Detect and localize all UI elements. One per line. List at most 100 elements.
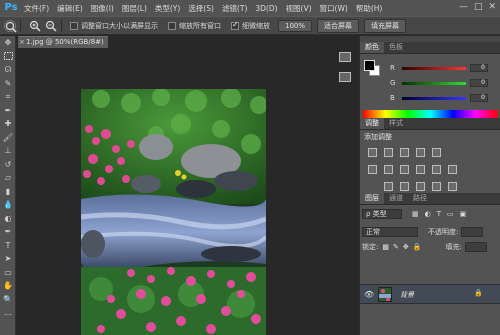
- zoom-100-button[interactable]: 100%: [278, 19, 313, 32]
- pen-tool-icon[interactable]: ✒: [0, 225, 16, 239]
- crop-tool-icon[interactable]: ⌗: [0, 90, 16, 104]
- tab-swatches[interactable]: 色板: [384, 42, 408, 53]
- marquee-tool-icon[interactable]: [0, 50, 16, 64]
- eraser-tool-icon[interactable]: ▱: [0, 171, 16, 185]
- fill-input[interactable]: [464, 242, 487, 252]
- visibility-eye-icon[interactable]: 👁: [364, 290, 374, 299]
- menu-type[interactable]: 类型(Y): [151, 3, 184, 14]
- menu-help[interactable]: 帮助(H): [352, 3, 387, 14]
- scrubby-zoom-checkbox[interactable]: [231, 20, 239, 30]
- filter-shape-icon[interactable]: ▭: [447, 210, 454, 218]
- gradient-map-icon[interactable]: [448, 182, 457, 191]
- color-balance-icon[interactable]: [384, 165, 393, 174]
- history-panel-icon[interactable]: [339, 52, 351, 62]
- zoom-all-windows-checkbox[interactable]: [168, 21, 176, 30]
- menu-window[interactable]: 窗口(W): [316, 3, 352, 14]
- black-white-icon[interactable]: [400, 165, 409, 174]
- canvas-image[interactable]: [81, 89, 266, 335]
- move-tool-icon[interactable]: ✥: [0, 36, 16, 50]
- more-tools-icon[interactable]: …: [0, 306, 16, 320]
- posterize-icon[interactable]: [400, 182, 409, 191]
- maximize-button[interactable]: □: [474, 2, 483, 12]
- menu-layer[interactable]: 图层(L): [118, 3, 151, 14]
- close-document-icon[interactable]: ×: [19, 37, 25, 48]
- menu-image[interactable]: 图像(I): [87, 3, 118, 14]
- green-slider[interactable]: [402, 81, 466, 85]
- layer-thumbnail: [378, 287, 392, 302]
- menu-view[interactable]: 视图(V): [282, 3, 316, 14]
- history-brush-tool-icon[interactable]: ↺: [0, 158, 16, 172]
- zoom-tool-icon[interactable]: [4, 19, 17, 33]
- blue-value[interactable]: 0: [470, 94, 488, 102]
- lock-paint-icon[interactable]: ✎: [393, 243, 399, 251]
- healing-brush-tool-icon[interactable]: ✚: [0, 117, 16, 131]
- exposure-icon[interactable]: [416, 148, 425, 157]
- lock-transparent-icon[interactable]: ▩: [382, 243, 389, 251]
- levels-icon[interactable]: [384, 148, 393, 157]
- properties-panel-icon[interactable]: [339, 72, 351, 82]
- layer-row[interactable]: 👁 背景 🔒: [360, 284, 500, 304]
- hue-saturation-icon[interactable]: [368, 165, 377, 174]
- eyedropper-tool-icon[interactable]: ✒: [0, 104, 16, 118]
- blur-tool-icon[interactable]: 💧: [0, 198, 16, 212]
- photo-filter-icon[interactable]: [416, 165, 425, 174]
- blue-label: B: [390, 94, 395, 102]
- invert-icon[interactable]: [384, 182, 393, 191]
- layer-name[interactable]: 背景: [400, 290, 414, 300]
- quick-selection-tool-icon[interactable]: ✎: [0, 77, 16, 91]
- menu-filter[interactable]: 滤镜(T): [218, 3, 251, 14]
- rectangle-tool-icon[interactable]: ▭: [0, 266, 16, 280]
- red-slider[interactable]: [402, 66, 466, 70]
- menu-select[interactable]: 选择(S): [184, 3, 218, 14]
- red-value[interactable]: 0: [470, 64, 488, 72]
- fit-screen-button[interactable]: 适合屏幕: [317, 18, 360, 33]
- filter-pixel-icon[interactable]: ▦: [412, 210, 419, 218]
- tab-channels[interactable]: 通道: [384, 193, 408, 204]
- document-tab[interactable]: × 1.jpg @ 50%(RGB/8#): [18, 36, 108, 48]
- type-tool-icon[interactable]: T: [0, 239, 16, 253]
- menu-bar: Ps 文件(F) 编辑(E) 图像(I) 图层(L) 类型(Y) 选择(S) 滤…: [0, 0, 500, 16]
- color-lookup-icon[interactable]: [448, 165, 457, 174]
- path-selection-tool-icon[interactable]: ➤: [0, 252, 16, 266]
- tab-styles[interactable]: 样式: [384, 118, 408, 129]
- separator: [61, 19, 62, 32]
- hand-tool-icon[interactable]: ✋: [0, 279, 16, 293]
- filter-adjust-icon[interactable]: ◐: [425, 210, 431, 218]
- tab-adjustments[interactable]: 调整: [360, 118, 384, 129]
- layer-filter-dropdown[interactable]: ρ 类型: [362, 209, 402, 219]
- selective-color-icon[interactable]: [432, 182, 441, 191]
- brightness-icon[interactable]: [368, 148, 377, 157]
- filter-type-icon[interactable]: T: [437, 210, 441, 218]
- lock-position-icon[interactable]: ✥: [403, 243, 409, 251]
- zoom-in-icon[interactable]: [29, 20, 41, 32]
- menu-edit[interactable]: 编辑(E): [53, 3, 87, 14]
- resize-windows-checkbox[interactable]: [70, 21, 78, 30]
- curves-icon[interactable]: [400, 148, 409, 157]
- green-value[interactable]: 0: [470, 79, 488, 87]
- fill-screen-button[interactable]: 填充屏幕: [364, 18, 407, 33]
- minimize-button[interactable]: —: [459, 2, 468, 12]
- zoom-out-icon[interactable]: [45, 20, 57, 32]
- lasso-tool-icon[interactable]: ᘏ: [0, 63, 16, 77]
- close-button[interactable]: ✕: [488, 2, 496, 12]
- tab-layers[interactable]: 图层: [360, 193, 384, 204]
- dodge-tool-icon[interactable]: ◐: [0, 212, 16, 226]
- brush-tool-icon[interactable]: 🖌: [0, 131, 16, 145]
- tab-color[interactable]: 颜色: [360, 42, 384, 53]
- clone-stamp-tool-icon[interactable]: ⊥: [0, 144, 16, 158]
- lock-all-icon[interactable]: 🔒: [413, 243, 422, 251]
- threshold-icon[interactable]: [416, 182, 425, 191]
- blend-mode-dropdown[interactable]: 正常: [362, 227, 418, 237]
- zoom-tool-icon[interactable]: 🔍: [0, 293, 16, 307]
- gradient-tool-icon[interactable]: ▮: [0, 185, 16, 199]
- fill-label: 填充:: [445, 243, 462, 251]
- document-title: 1.jpg @ 50%(RGB/8#): [26, 38, 104, 46]
- menu-file[interactable]: 文件(F): [20, 3, 53, 14]
- menu-3d[interactable]: 3D(D): [251, 4, 281, 13]
- opacity-input[interactable]: [461, 227, 484, 237]
- filter-smart-icon[interactable]: ▣: [460, 210, 467, 218]
- channel-mixer-icon[interactable]: [432, 165, 441, 174]
- tab-paths[interactable]: 路径: [408, 193, 432, 204]
- blue-slider[interactable]: [402, 96, 466, 100]
- vibrance-icon[interactable]: [432, 148, 441, 157]
